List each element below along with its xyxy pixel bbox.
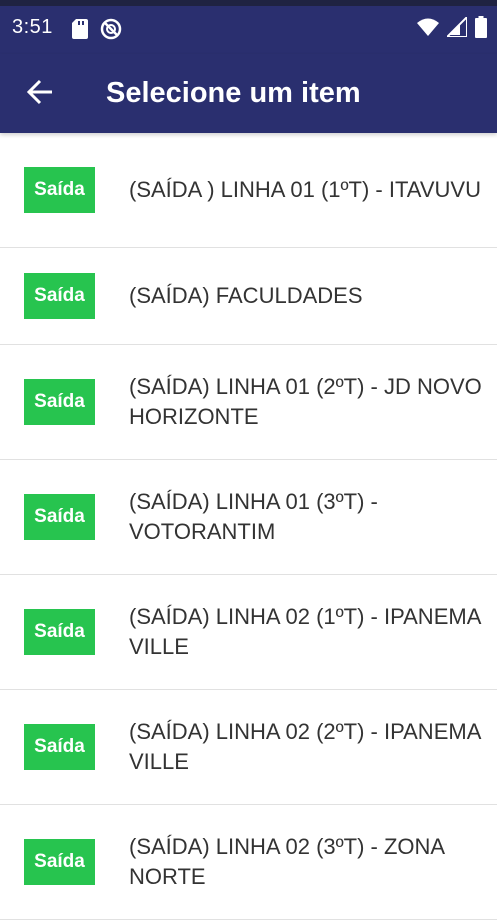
list-item[interactable]: Saída (SAÍDA) LINHA 01 (3ºT) - VOTORANTI…	[0, 460, 497, 575]
list-item[interactable]: Saída (SAÍDA) LINHA 01 (2ºT) - JD NOVO H…	[0, 345, 497, 460]
status-badge: Saída	[24, 273, 95, 319]
list-item-label: (SAÍDA) LINHA 01 (3ºT) - VOTORANTIM	[129, 489, 378, 544]
status-badge: Saída	[24, 609, 95, 655]
list-item-label: (SAÍDA) LINHA 02 (3ºT) - ZONA NORTE	[129, 834, 444, 889]
wifi-icon	[417, 18, 439, 41]
do-not-disturb-icon	[100, 18, 122, 45]
cell-signal-icon	[444, 14, 468, 42]
arrow-back-icon	[26, 78, 54, 111]
list-item[interactable]: Saída (SAÍDA) LINHA 02 (2ºT) - IPANEMA V…	[0, 690, 497, 805]
sd-card-icon	[72, 19, 88, 44]
status-badge: Saída	[24, 167, 95, 213]
list-item[interactable]: Saída (SAÍDA) LINHA 02 (1ºT) - IPANEMA V…	[0, 575, 497, 690]
status-badge: Saída	[24, 379, 95, 425]
battery-icon	[475, 16, 487, 43]
status-time: 3:51	[12, 16, 53, 38]
status-left-icons	[72, 18, 122, 45]
status-right-icons	[417, 14, 487, 43]
list-item[interactable]: Saída (SAÍDA ) LINHA 01 (1ºT) - ITAVUVU	[0, 133, 497, 248]
list-item-label: (SAÍDA) LINHA 01 (2ºT) - JD NOVO HORIZON…	[129, 374, 482, 429]
list-item-label: (SAÍDA) LINHA 02 (2ºT) - IPANEMA VILLE	[129, 719, 481, 774]
status-badge: Saída	[24, 724, 95, 770]
page-title: Selecione um item	[106, 77, 361, 109]
app-bar: Selecione um item	[0, 54, 497, 133]
back-button[interactable]	[18, 72, 62, 116]
item-list: Saída (SAÍDA ) LINHA 01 (1ºT) - ITAVUVU …	[0, 133, 497, 920]
list-item-label: (SAÍDA) LINHA 02 (1ºT) - IPANEMA VILLE	[129, 604, 481, 659]
list-item-label: (SAÍDA) FACULDADES	[129, 283, 363, 308]
list-item[interactable]: Saída (SAÍDA) LINHA 02 (3ºT) - ZONA NORT…	[0, 805, 497, 920]
list-item[interactable]: Saída (SAÍDA) FACULDADES	[0, 248, 497, 345]
status-badge: Saída	[24, 494, 95, 540]
list-item-label: (SAÍDA ) LINHA 01 (1ºT) - ITAVUVU	[129, 177, 481, 202]
status-bar: 3:51	[0, 0, 497, 54]
status-badge: Saída	[24, 839, 95, 885]
